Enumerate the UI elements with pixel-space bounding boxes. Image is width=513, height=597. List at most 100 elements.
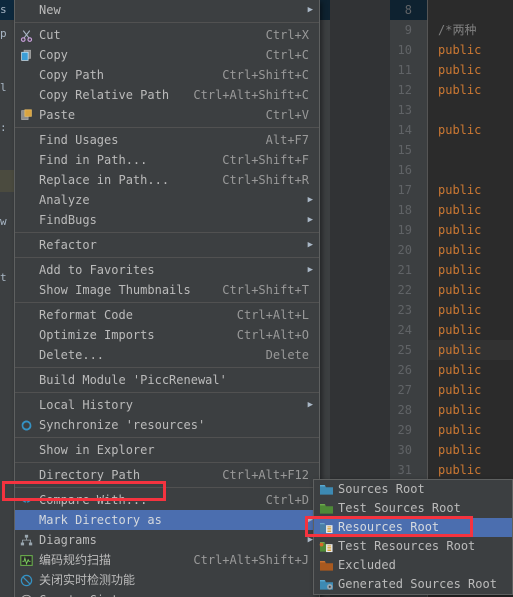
menu-item-icon-slot [15,130,37,150]
chevron-right-icon: ▶ [307,195,313,205]
scan-icon [15,550,37,570]
code-line: public [438,263,482,277]
menu-item-build-module-piccrenewal[interactable]: Build Module 'PiccRenewal' [15,370,319,390]
menu-item-create-gist[interactable]: Create Gist... [15,590,319,597]
menu-item-synchronize-resources[interactable]: Synchronize 'resources' [15,415,319,435]
menu-item-label: Create Gist... [37,590,319,597]
menu-item-paste[interactable]: Paste Ctrl+V [15,105,319,125]
menu-item-directory-path[interactable]: Directory Path Ctrl+Alt+F12 [15,465,319,485]
menu-item-label: Reformat Code [39,308,133,322]
menu-item-icon-slot [15,235,37,255]
menu-item-icon-slot [15,510,37,530]
menu-item-label: New [39,3,61,17]
submenu-item-resources-root[interactable]: Resources Root [314,518,512,537]
project-tree-row[interactable]: t [0,268,14,288]
code-line: public [438,443,482,457]
folder-test-resources-icon [319,540,334,553]
code-line: public [438,303,482,317]
line-number: 27 [397,383,412,397]
menu-item-shortcut: Ctrl+Alt+L [236,308,309,322]
folder-resources-icon [319,521,334,534]
project-tree-row[interactable]: w [0,212,14,232]
menu-item-local-history[interactable]: Local History ▶ [15,395,319,415]
menu-item-icon-slot [15,345,37,365]
code-line: public [438,83,482,97]
folder-green-icon [314,502,338,515]
menu-item-show-in-explorer[interactable]: Show in Explorer [15,440,319,460]
project-tree-sliver[interactable]: s p l : w t [0,0,14,597]
menu-item-label: Delete... [39,348,105,362]
project-context-menu[interactable]: New ▶ Cut Ctrl+X Copy Ctrl+C Copy Path Ctrl+Shi… [14,0,320,597]
menu-item-delete[interactable]: Delete... Delete [15,345,319,365]
menu-separator [15,22,319,23]
menu-item-show-image-thumbnails[interactable]: Show Image Thumbnails Ctrl+Shift+T [15,280,319,300]
menu-item-findbugs[interactable]: FindBugs ▶ [15,210,319,230]
menu-item-shortcut: Ctrl+Shift+C [222,68,309,82]
code-line: public [438,183,482,197]
menu-separator [15,437,319,438]
submenu-item-generated-sources-root[interactable]: Generated Sources Root [314,575,512,594]
menu-item-label: Diagrams [39,533,97,547]
code-line: public [438,363,482,377]
menu-item-new[interactable]: New ▶ [15,0,319,20]
submenu-item-sources-root[interactable]: Sources Root [314,480,512,499]
menu-item-copy-relative-path[interactable]: Copy Relative Path Ctrl+Alt+Shift+C [15,85,319,105]
line-number: 16 [397,163,412,177]
menu-item-shortcut: Ctrl+Alt+Shift+C [193,88,309,102]
menu-item-icon-slot [15,370,37,390]
submenu-item-excluded[interactable]: Excluded [314,556,512,575]
menu-item-label: Local History [39,398,133,412]
code-line: public [438,203,482,217]
code-line: public [438,63,482,77]
menu-item-mark-directory-as[interactable]: Mark Directory as ▶ [15,510,319,530]
code-line: public [438,423,482,437]
project-tree-row[interactable]: p [0,24,14,44]
menu-item-replace-in-path[interactable]: Replace in Path... Ctrl+Shift+R [15,170,319,190]
menu-item-label: Analyze [39,193,90,207]
menu-separator [15,487,319,488]
menu-item-refactor[interactable]: Refactor ▶ [15,235,319,255]
code-line: public [438,383,482,397]
project-tree-row[interactable]: l [0,78,14,98]
menu-item-label: Synchronize 'resources' [39,418,206,432]
folder-orange-icon [319,559,334,572]
line-number: 14 [397,123,412,137]
menu-item-analyze[interactable]: Analyze ▶ [15,190,319,210]
menu-item-find-in-path[interactable]: Find in Path... Ctrl+Shift+F [15,150,319,170]
submenu-item-test-resources-root[interactable]: Test Resources Root [314,537,512,556]
chevron-right-icon: ▶ [307,5,313,15]
menu-item-add-to-favorites[interactable]: Add to Favorites ▶ [15,260,319,280]
chevron-right-icon: ▶ [307,265,313,275]
line-number: 29 [397,423,412,437]
menu-item-find-usages[interactable]: Find Usages Alt+F7 [15,130,319,150]
paste-icon [15,105,37,125]
menu-item-label: Show in Explorer [39,443,155,457]
menu-item-compare-with[interactable]: Compare With... Ctrl+D [15,490,319,510]
menu-item-diagrams[interactable]: Diagrams ▶ [15,530,319,550]
menu-item-icon-slot [15,210,37,230]
project-tree-row[interactable]: : [0,118,14,138]
menu-item-icon-slot [15,260,37,280]
menu-item-shortcut: Ctrl+D [265,493,309,507]
chevron-right-icon: ▶ [307,215,313,225]
menu-item-shortcut: Delete [265,348,309,362]
mark-directory-as-submenu[interactable]: Sources Root Test Sources Root Resources R… [313,479,513,595]
code-line: public [438,243,482,257]
project-tree-row-highlight[interactable] [0,170,14,192]
project-tree-row[interactable]: s [0,0,14,20]
submenu-item-test-sources-root[interactable]: Test Sources Root [314,499,512,518]
line-number: 25 [397,343,412,357]
submenu-item-label: Sources Root [338,482,425,496]
menu-item-label: Copy Relative Path [39,88,170,102]
menu-item-label: Add to Favorites [39,263,155,277]
menu-item-reformat-code[interactable]: Reformat Code Ctrl+Alt+L [15,305,319,325]
menu-item-copy[interactable]: Copy Ctrl+C [15,45,319,65]
menu-item-icon-slot [15,170,37,190]
submenu-item-label: Test Sources Root [338,501,461,515]
menu-item-optimize-imports[interactable]: Optimize Imports Ctrl+Alt+O [15,325,319,345]
menu-item-[interactable]: 关闭实时检测功能 [15,570,319,590]
menu-item-copy-path[interactable]: Copy Path Ctrl+Shift+C [15,65,319,85]
menu-item-cut[interactable]: Cut Ctrl+X [15,25,319,45]
diagram-icon [20,534,33,547]
menu-item-[interactable]: 编码规约扫描 Ctrl+Alt+Shift+J [15,550,319,570]
